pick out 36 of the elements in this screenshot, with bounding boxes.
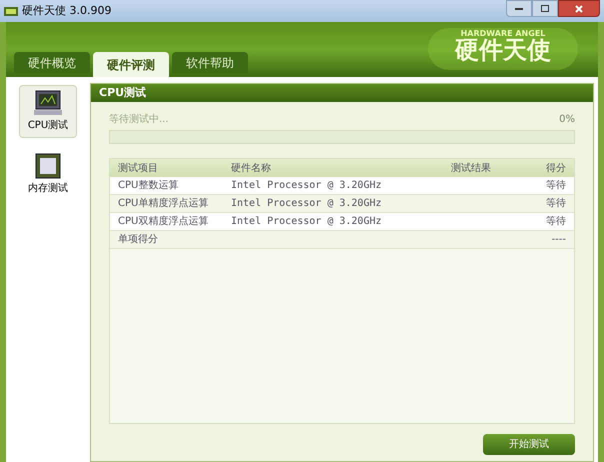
table-cell-text: 等待 <box>545 178 567 193</box>
tab[interactable]: 硬件评测 <box>93 52 169 77</box>
table-cell-text: Intel Processor @ 3.20GHz <box>230 197 383 211</box>
minimize-button[interactable] <box>506 0 532 17</box>
maximize-icon <box>541 5 549 12</box>
percent-text: 0% <box>559 113 575 127</box>
table-cell-text: 等待 <box>545 196 567 211</box>
panel-title: CPU测试 <box>91 84 593 102</box>
table-cell-text: CPU双精度浮点运算 <box>117 214 210 229</box>
app-icon <box>4 5 18 17</box>
sidebar-item[interactable]: 内存测试 <box>19 148 77 201</box>
table-cell-text: CPU单精度浮点运算 <box>117 196 210 211</box>
close-button[interactable] <box>558 0 600 17</box>
table-cell-text: 单项得分 <box>117 232 159 247</box>
table-cell-text: ---- <box>550 233 567 247</box>
sidebar-item[interactable]: CPU测试 <box>19 85 77 138</box>
table-cell-text: Intel Processor @ 3.20GHz <box>230 179 383 193</box>
minimize-icon <box>515 8 523 10</box>
column-header: 硬件名称 <box>230 162 272 176</box>
monitor-icon <box>34 90 62 116</box>
column-header: 测试项目 <box>117 162 159 176</box>
table-cell-text: CPU整数运算 <box>117 178 180 193</box>
column-header: 得分 <box>545 162 567 176</box>
chip-icon <box>35 153 61 179</box>
logo-title: 硬件天使 <box>455 38 551 62</box>
table-cell-text: Intel Processor @ 3.20GHz <box>230 215 383 229</box>
table-cell-text: 等待 <box>545 214 567 229</box>
tab[interactable]: 软件帮助 <box>172 52 248 73</box>
column-header: 测试结果 <box>450 162 492 176</box>
status-text: 等待测试中... <box>109 112 169 127</box>
tab[interactable]: 硬件概览 <box>14 52 90 73</box>
maximize-button[interactable] <box>532 0 558 17</box>
start-test-button[interactable]: 开始测试 <box>483 434 575 455</box>
window-title: 硬件天使 3.0.909 <box>22 2 112 19</box>
logo-subtitle: HARDWARE ANGEL <box>460 30 546 38</box>
close-icon <box>575 4 583 12</box>
